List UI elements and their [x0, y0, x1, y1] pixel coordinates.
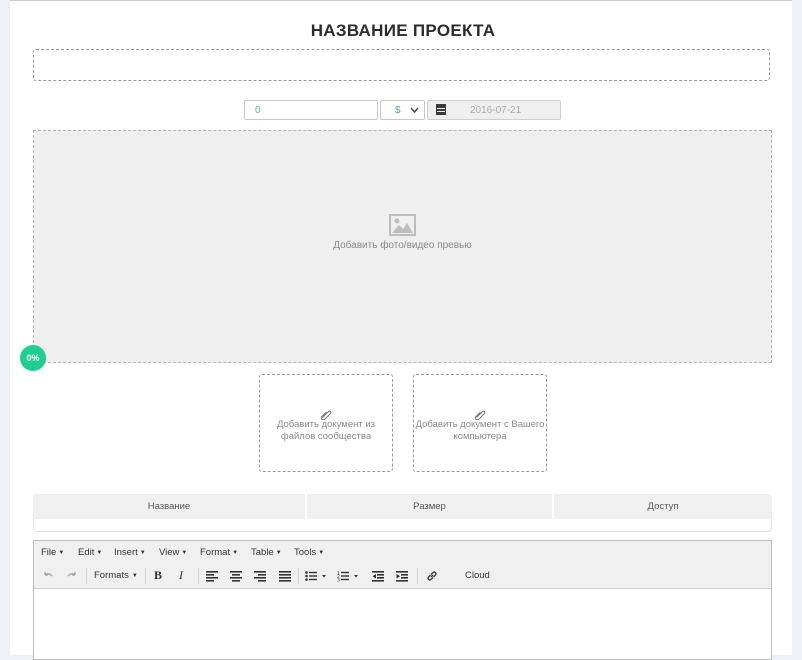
toolbar-separator [145, 568, 146, 584]
numbered-list-icon[interactable]: 123 [337, 569, 361, 584]
price-input[interactable]: 0 [244, 100, 378, 120]
menu-view[interactable]: View ▼ [159, 547, 187, 558]
menu-file[interactable]: File ▼ [41, 547, 64, 558]
page-title: НАЗВАНИЕ ПРОЕКТА [310, 21, 496, 40]
redo-icon[interactable] [66, 569, 78, 583]
align-left-icon[interactable] [206, 569, 218, 583]
formats-dropdown[interactable]: Formats ▼ [94, 570, 138, 581]
calendar-icon [436, 104, 446, 118]
svg-text:3: 3 [337, 578, 340, 583]
align-justify-icon[interactable] [279, 569, 291, 583]
menu-format[interactable]: Format ▼ [200, 547, 238, 558]
project-name-input[interactable] [33, 49, 770, 81]
caret-down-icon: ▼ [139, 550, 146, 556]
editor-toolbar: Formats ▼ B I 123 Cloud [34, 564, 771, 589]
outdent-icon[interactable] [372, 569, 384, 583]
toolbar-separator [198, 568, 199, 584]
caret-down-icon: ▼ [131, 573, 138, 579]
menu-edit[interactable]: Edit ▼ [78, 547, 102, 558]
menu-table[interactable]: Table ▼ [251, 547, 282, 558]
chevron-down-icon [410, 104, 419, 119]
date-field[interactable]: 2016-07-21 [427, 100, 561, 120]
preview-label: Добавить фото/видео превью [333, 240, 472, 251]
toolbar-separator [298, 568, 299, 584]
date-value: 2016-07-21 [470, 105, 522, 116]
toolbar-separator [417, 568, 418, 584]
add-document-computer-button[interactable]: Добавить документ с Вашего компьютера [413, 374, 547, 472]
caret-down-icon: ▼ [96, 550, 103, 556]
editor-menubar: File ▼ Edit ▼ Insert ▼ View ▼ Format ▼ Table ▼… [34, 541, 771, 565]
caret-down-icon: ▼ [318, 550, 325, 556]
add-document-community-label: Добавить документ из файлов сообщества [276, 419, 376, 442]
align-center-icon[interactable] [230, 569, 242, 583]
image-icon [389, 214, 416, 241]
toolbar-separator [86, 568, 87, 584]
caret-down-icon: ▼ [275, 550, 282, 556]
menu-tools[interactable]: Tools ▼ [294, 547, 324, 558]
files-table-header: Название Размер Доступ [33, 494, 772, 519]
cloud-button[interactable]: Cloud [465, 570, 490, 581]
upload-progress-badge: 0% [20, 345, 46, 371]
caret-down-icon: ▼ [232, 550, 239, 556]
caret-down-icon: ▼ [181, 550, 188, 556]
link-icon[interactable] [426, 569, 438, 583]
add-document-community-button[interactable]: Добавить документ из файлов сообщества [259, 374, 393, 472]
currency-select[interactable]: $ [380, 100, 425, 120]
bold-icon[interactable]: B [154, 568, 162, 583]
caret-down-icon: ▼ [58, 550, 65, 556]
undo-icon[interactable] [42, 569, 54, 583]
project-form: НАЗВАНИЕ ПРОЕКТА 0 $ 2016-07-21 Добавить… [10, 0, 792, 660]
column-header-name[interactable]: Название [33, 494, 305, 519]
preview-upload-area[interactable]: Добавить фото/видео превью [33, 130, 772, 363]
add-document-computer-label: Добавить документ с Вашего компьютера [415, 419, 545, 442]
column-header-access[interactable]: Доступ [554, 494, 772, 519]
italic-icon[interactable]: I [179, 568, 183, 583]
currency-value: $ [395, 105, 401, 116]
files-table-body [33, 519, 772, 532]
indent-icon[interactable] [396, 569, 408, 583]
rich-text-editor[interactable]: File ▼ Edit ▼ Insert ▼ View ▼ Format ▼ Table ▼… [33, 540, 772, 660]
column-header-size[interactable]: Размер [307, 494, 552, 519]
bullet-list-icon[interactable] [305, 569, 329, 583]
align-right-icon[interactable] [254, 569, 266, 583]
menu-insert[interactable]: Insert ▼ [114, 547, 146, 558]
